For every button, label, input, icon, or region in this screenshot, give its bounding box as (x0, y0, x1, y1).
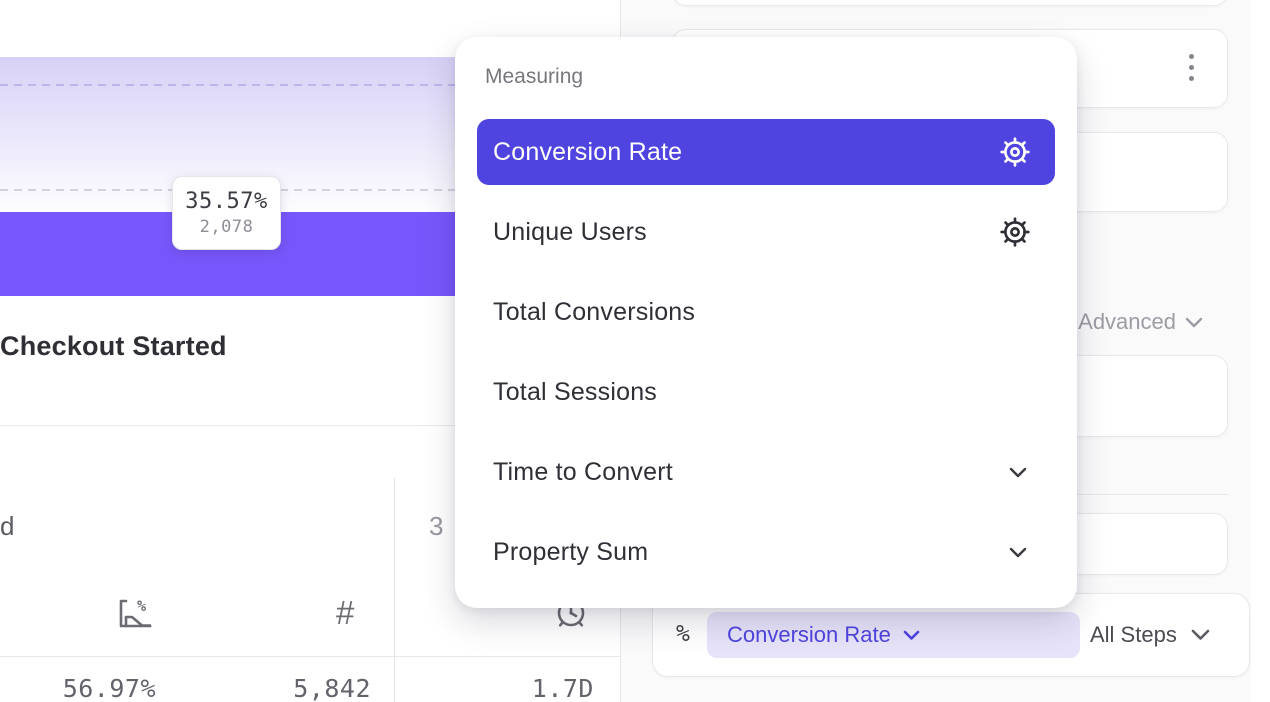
menu-item-property-sum[interactable]: Property Sum (477, 519, 1055, 585)
measuring-selector-chip[interactable]: Conversion Rate (707, 612, 1080, 658)
query-step-card-top[interactable] (672, 0, 1228, 6)
measuring-chip-label: Conversion Rate (727, 622, 891, 648)
chevron-down-icon (1185, 317, 1203, 328)
kebab-menu-icon[interactable] (1185, 52, 1197, 83)
tooltip-count: 2,078 (200, 217, 254, 237)
steps-selector[interactable]: All Steps (1090, 622, 1210, 648)
table-step-label-right: 3 (429, 511, 443, 542)
advanced-label: Advanced (1078, 309, 1176, 335)
menu-item-label: Total Sessions (493, 378, 1037, 407)
table-value-conversion-rate: 56.97% (36, 674, 156, 702)
menu-item-label: Time to Convert (493, 458, 1009, 487)
menu-item-total-sessions[interactable]: Total Sessions (477, 359, 1055, 425)
menu-item-label: Conversion Rate (493, 138, 999, 167)
gear-icon[interactable] (999, 216, 1031, 248)
menu-item-conversion-rate[interactable]: Conversion Rate (477, 119, 1055, 185)
menu-item-label: Total Conversions (493, 298, 1037, 327)
menu-item-time-to-convert[interactable]: Time to Convert (477, 439, 1055, 505)
conversion-rate-icon: % (111, 592, 155, 636)
menu-item-total-conversions[interactable]: Total Conversions (477, 279, 1055, 345)
chevron-down-icon (1191, 629, 1210, 641)
chevron-down-icon (1009, 547, 1027, 558)
table-row-divider (0, 656, 620, 657)
step-title: Checkout Started (0, 331, 227, 362)
funnel-analysis-screen: 35.57% 2,078 Checkout Started d 3 % # (0, 0, 1270, 702)
table-value-time-to-convert: 1.7D (474, 674, 594, 702)
measuring-dropdown: Measuring Conversion Rate Unique Users (455, 37, 1077, 608)
menu-item-label: Property Sum (493, 538, 1009, 567)
svg-text:%: % (137, 597, 146, 615)
table-step-label-left: d (0, 511, 14, 542)
measuring-menu-header: Measuring (485, 65, 583, 89)
table-value-total-count: 5,842 (251, 674, 371, 702)
table-column-divider (394, 478, 395, 702)
percent-prefix: % (676, 621, 690, 647)
menu-item-label: Unique Users (493, 218, 999, 247)
chevron-down-icon (903, 630, 920, 641)
tooltip-conversion-rate: 35.57% (185, 189, 267, 214)
chart-tooltip: 35.57% 2,078 (172, 176, 281, 250)
total-count-icon: # (336, 594, 354, 632)
menu-item-unique-users[interactable]: Unique Users (477, 199, 1055, 265)
steps-selector-label: All Steps (1090, 622, 1177, 648)
chevron-down-icon (1009, 467, 1027, 478)
gear-icon[interactable] (999, 136, 1031, 168)
